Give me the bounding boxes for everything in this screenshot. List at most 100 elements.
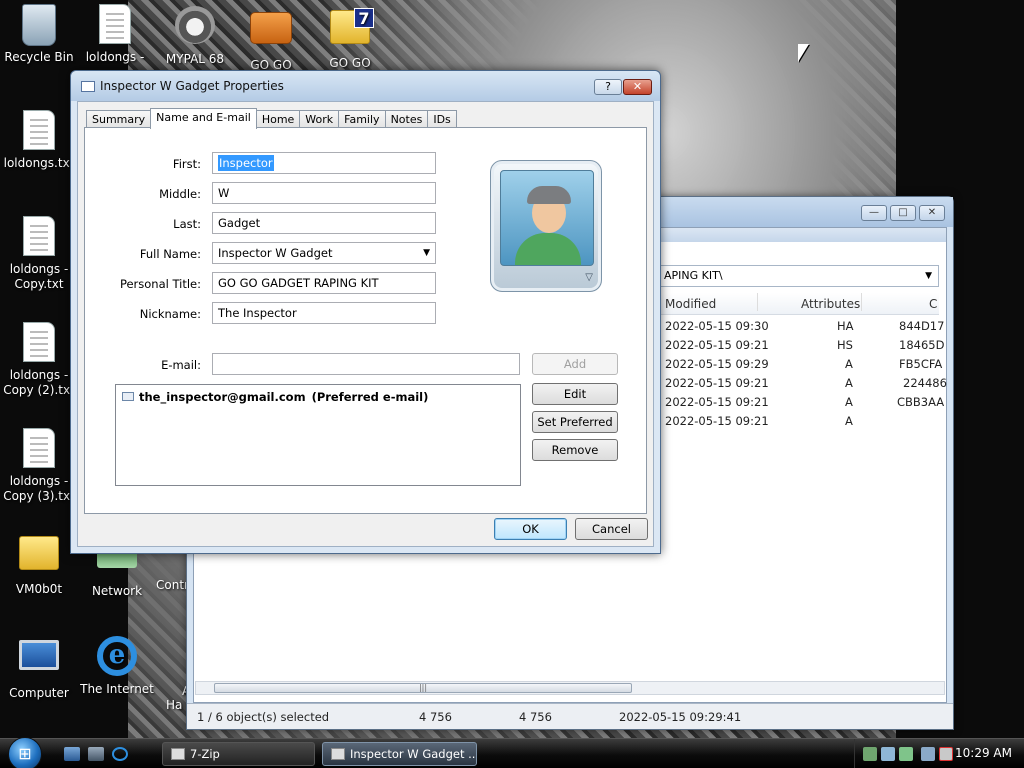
tab-work[interactable]: Work [299,110,340,128]
clock[interactable]: 10:29 AM [955,746,1012,760]
desktop-icon-gogo-case[interactable]: GO GO [230,4,312,73]
email-field[interactable] [212,353,520,375]
text-file-icon [23,216,55,256]
table-row[interactable]: 2022-05-15 09:21 HS 18465D [657,336,944,355]
table-row[interactable]: 2022-05-15 09:21 A 224486 [657,374,947,393]
switch-windows-icon[interactable] [88,747,104,761]
recycle-bin-icon [22,4,56,46]
internet-explorer-icon: e [97,636,137,676]
mouse-cursor-icon [798,44,809,62]
edit-email-button[interactable]: Edit [532,383,618,405]
dropdown-arrow-icon[interactable]: ▼ [423,243,430,263]
desktop: Recycle Bin loldongs.txt loldongs - Copy… [0,0,1024,738]
contact-card-icon [331,748,345,760]
network-tray-icon[interactable] [921,747,935,761]
last-label: Last: [173,217,201,231]
table-row[interactable]: 2022-05-15 09:30 HA 844D17 [657,317,944,336]
close-button[interactable]: ✕ [623,79,652,95]
tab-summary[interactable]: Summary [86,110,152,128]
mail-icon [122,392,134,401]
internet-explorer-icon[interactable] [112,747,128,761]
full-name-label: Full Name: [139,247,201,261]
volume-muted-icon[interactable] [939,747,953,761]
list-item[interactable]: the_inspector@gmail.com (Preferred e-mail… [122,390,428,404]
text-file-icon [23,322,55,362]
tab-name-and-email[interactable]: Name and E-mail [150,108,257,129]
desktop-icon-loldongs[interactable]: loldongs.txt [0,110,80,171]
tab-notes[interactable]: Notes [384,110,429,128]
cancel-button[interactable]: Cancel [575,518,648,540]
nickname-label: Nickname: [139,307,201,321]
dialog-titlebar[interactable]: Inspector W Gadget Properties ? ✕ [71,71,660,101]
text-file-icon [23,428,55,468]
start-button[interactable]: ⊞ [8,737,42,768]
tray-app-icon[interactable] [881,747,895,761]
desktop-icon-internet[interactable]: e The Internet [76,634,158,697]
column-attributes[interactable]: Attributes [801,297,860,311]
avatar [500,170,594,266]
zip-folder-icon [19,536,59,570]
desktop-icon-gogo-zip[interactable]: 7 GO GO [309,4,391,71]
desktop-icon-loldongs-copy[interactable]: loldongs - Copy.txt [0,216,80,292]
middle-name-field[interactable]: W [212,182,436,204]
desktop-icon-recycle-bin[interactable]: Recycle Bin [0,4,80,65]
table-row[interactable]: 2022-05-15 09:21 A [657,412,939,431]
nickname-field[interactable]: The Inspector [212,302,436,324]
tab-ids[interactable]: IDs [427,110,457,128]
tray-app-icon[interactable] [899,747,913,761]
computer-icon [19,640,59,670]
text-file-icon [23,110,55,150]
contact-card-icon [81,81,95,92]
file-list-header: Modified Attributes C [657,293,939,315]
full-name-select[interactable]: Inspector W Gadget ▼ [212,242,436,264]
desktop-icon-vm0b0t[interactable]: VM0b0t [0,530,80,597]
maximize-button[interactable]: □ [890,205,916,221]
desktop-icon-loldongs-copy-2[interactable]: loldongs - Copy (2).txt [0,322,80,398]
add-email-button[interactable]: Add [532,353,618,375]
seven-zip-badge-icon: 7 [354,8,374,28]
address-combo[interactable]: APING KIT\ ▼ [657,265,939,287]
seven-zip-icon [171,748,185,760]
dialog-title: Inspector W Gadget Properties [100,79,284,93]
dropdown-arrow-icon[interactable]: ▼ [925,266,932,286]
minimize-button[interactable]: — [861,205,887,221]
desktop-icon-computer[interactable]: Computer [0,634,80,701]
desktop-icon-mypal[interactable]: MYPAL 68 [154,4,236,67]
taskbar-item-7zip[interactable]: 7-Zip [162,742,315,766]
tab-family[interactable]: Family [338,110,386,128]
ok-button[interactable]: OK [494,518,567,540]
desktop-icon-loldongs-top[interactable]: loldongs - [74,4,156,65]
contact-picture[interactable]: ▽ [490,160,602,292]
last-name-field[interactable]: Gadget [212,212,436,234]
email-list[interactable]: the_inspector@gmail.com (Preferred e-mail… [115,384,521,486]
desktop-icon-partial-ha: Ha [166,698,183,712]
taskbar-item-contact[interactable]: Inspector W Gadget ... [322,742,477,766]
text-file-icon [99,4,131,44]
email-label: E-mail: [161,358,201,372]
system-tray: 10:29 AM [854,739,1024,768]
close-button[interactable]: ✕ [919,205,945,221]
table-row[interactable]: 2022-05-15 09:29 A FB5CFA [657,355,942,374]
column-crc[interactable]: C [929,297,937,311]
name-email-panel: First: Inspector Middle: W Last: Gadget … [84,127,647,514]
set-preferred-button[interactable]: Set Preferred [532,411,618,433]
scrollbar-thumb[interactable]: ||| [214,683,632,693]
chevron-down-icon[interactable]: ▽ [585,272,593,283]
horizontal-scrollbar[interactable]: ||| [195,681,945,695]
table-row[interactable]: 2022-05-15 09:21 A CBB3AA [657,393,944,412]
file-list: 2022-05-15 09:30 HA 844D17 2022-05-15 09:2… [657,317,947,431]
show-desktop-icon[interactable] [64,747,80,761]
help-button[interactable]: ? [594,79,622,95]
column-modified[interactable]: Modified [665,297,716,311]
tab-strip: Summary Name and E-mail Home Work Family… [86,108,457,129]
first-label: First: [172,157,201,171]
taskbar: ⊞ 7-Zip Inspector W Gadget ... 10:29 AM [0,737,1024,768]
briefcase-icon [250,12,292,44]
tray-app-icon[interactable] [863,747,877,761]
dialog-client: Summary Name and E-mail Home Work Family… [77,101,654,547]
personal-title-field[interactable]: GO GO GADGET RAPING KIT [212,272,436,294]
remove-email-button[interactable]: Remove [532,439,618,461]
tab-home[interactable]: Home [255,110,301,128]
desktop-icon-loldongs-copy-3[interactable]: loldongs - Copy (3).txt [0,428,80,504]
first-name-field[interactable]: Inspector [212,152,436,174]
